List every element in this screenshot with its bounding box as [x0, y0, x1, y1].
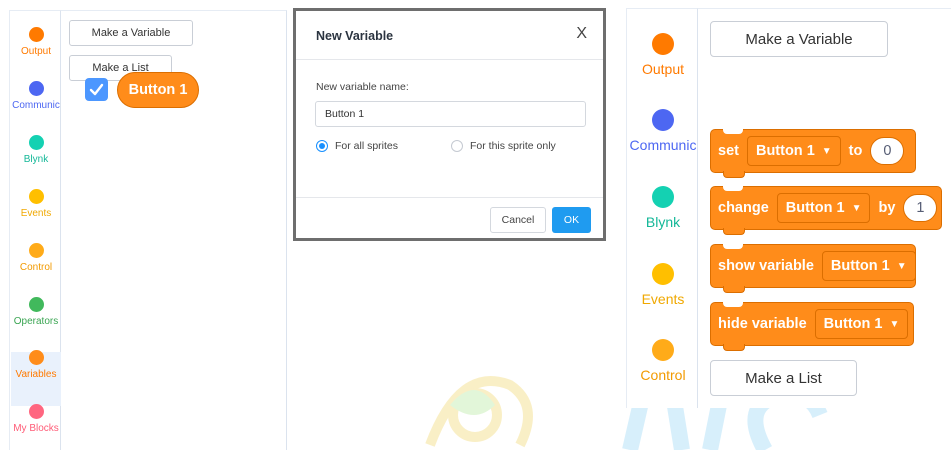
category-events[interactable]: Events [627, 263, 699, 307]
divider [296, 59, 603, 60]
category-events[interactable]: Events [10, 189, 62, 219]
make-variable-button[interactable]: Make a Variable [69, 20, 193, 46]
radio-for-this-sprite[interactable]: For this sprite only [451, 140, 556, 152]
category-output[interactable]: Output [627, 33, 699, 77]
category-label: Communic [629, 137, 697, 153]
category-sidebar: Output Communic Blynk Events Control Ope… [9, 10, 61, 450]
control-dot-icon [652, 339, 674, 361]
category-my-blocks[interactable]: My Blocks [10, 404, 62, 434]
block-label: set [718, 143, 739, 159]
make-list-button[interactable]: Make a List [710, 360, 857, 396]
communication-dot-icon [28, 81, 44, 96]
communication-dot-icon [652, 109, 674, 131]
category-variables[interactable]: Variables [10, 350, 62, 380]
ok-button[interactable]: OK [552, 207, 591, 233]
category-blynk[interactable]: Blynk [10, 135, 62, 165]
variables-dot-icon [28, 350, 44, 365]
dropdown-value: Button 1 [823, 316, 883, 332]
block-label: show variable [718, 258, 814, 274]
new-variable-dialog: New Variable X New variable name: Button… [293, 8, 606, 241]
change-variable-block[interactable]: change Button 1 ▼ by 1 [710, 186, 942, 235]
hide-variable-block[interactable]: hide variable Button 1 ▼ [710, 302, 914, 351]
category-label: Variables [15, 369, 57, 380]
divider [296, 197, 603, 198]
category-label: Blynk [645, 214, 681, 230]
category-communication[interactable]: Communic [10, 81, 62, 111]
radio-checked-icon [316, 140, 328, 152]
category-label: Communic [12, 100, 60, 111]
dropdown-arrow-icon: ▼ [821, 145, 832, 157]
blynk-dot-icon [28, 135, 44, 150]
variable-checkbox[interactable] [85, 78, 108, 101]
value-input[interactable]: 0 [870, 137, 905, 165]
category-blynk[interactable]: Blynk [627, 186, 699, 230]
dropdown-arrow-icon: ▼ [889, 318, 900, 330]
events-dot-icon [652, 263, 674, 285]
category-output[interactable]: Output [10, 27, 62, 57]
category-control[interactable]: Control [627, 339, 699, 383]
output-dot-icon [652, 33, 674, 55]
output-dot-icon [28, 27, 44, 42]
radio-for-all-sprites[interactable]: For all sprites [316, 140, 398, 152]
radio-label: For all sprites [335, 140, 399, 152]
category-communication[interactable]: Communic [627, 109, 699, 153]
dropdown-value: Button 1 [830, 258, 890, 274]
blynk-dot-icon [652, 186, 674, 208]
block-label: by [878, 200, 896, 216]
variable-dropdown[interactable]: Button 1 ▼ [776, 193, 871, 223]
variable-reporter-block[interactable]: Button 1 [117, 72, 199, 108]
variable-dropdown[interactable]: Button 1 ▼ [814, 309, 909, 339]
variable-name-label: New variable name: [316, 81, 409, 93]
category-label: Operators [13, 316, 59, 327]
dropdown-arrow-icon: ▼ [851, 202, 862, 214]
radio-unchecked-icon [451, 140, 463, 152]
category-label: Output [641, 61, 685, 77]
block-label: to [848, 143, 863, 159]
category-label: Events [641, 291, 685, 307]
make-variable-button[interactable]: Make a Variable [710, 21, 888, 57]
my-blocks-dot-icon [28, 404, 44, 419]
category-control[interactable]: Control [10, 243, 62, 273]
block-label: change [718, 200, 769, 216]
category-label: Control [640, 367, 686, 383]
control-dot-icon [28, 243, 44, 258]
variable-name-input[interactable]: Button 1 [315, 101, 586, 127]
dropdown-value: Button 1 [785, 200, 845, 216]
show-variable-block[interactable]: show variable Button 1 ▼ [710, 244, 916, 293]
category-label: Control [19, 262, 53, 273]
operators-dot-icon [28, 297, 44, 312]
checkmark-icon [89, 83, 104, 96]
category-label: Blynk [23, 154, 49, 165]
close-icon[interactable]: X [576, 25, 587, 43]
palette-panel-left: Output Communic Blynk Events Control Ope… [0, 0, 288, 450]
dropdown-arrow-icon: ▼ [896, 260, 907, 272]
category-operators[interactable]: Operators [10, 297, 62, 327]
category-label: My Blocks [13, 423, 59, 434]
category-label: Events [20, 208, 52, 219]
dialog-title: New Variable [316, 29, 394, 43]
category-label: Output [20, 46, 52, 57]
dropdown-value: Button 1 [755, 143, 815, 159]
events-dot-icon [28, 189, 44, 204]
variable-dropdown[interactable]: Button 1 ▼ [821, 251, 916, 281]
block-label: hide variable [718, 316, 807, 332]
cancel-button[interactable]: Cancel [490, 207, 546, 233]
variable-dropdown[interactable]: Button 1 ▼ [746, 136, 841, 166]
radio-label: For this sprite only [470, 140, 556, 152]
value-input[interactable]: 1 [903, 194, 938, 222]
category-sidebar: Output Communic Blynk Events Control [626, 8, 698, 408]
set-variable-block[interactable]: set Button 1 ▼ to 0 [710, 129, 916, 178]
